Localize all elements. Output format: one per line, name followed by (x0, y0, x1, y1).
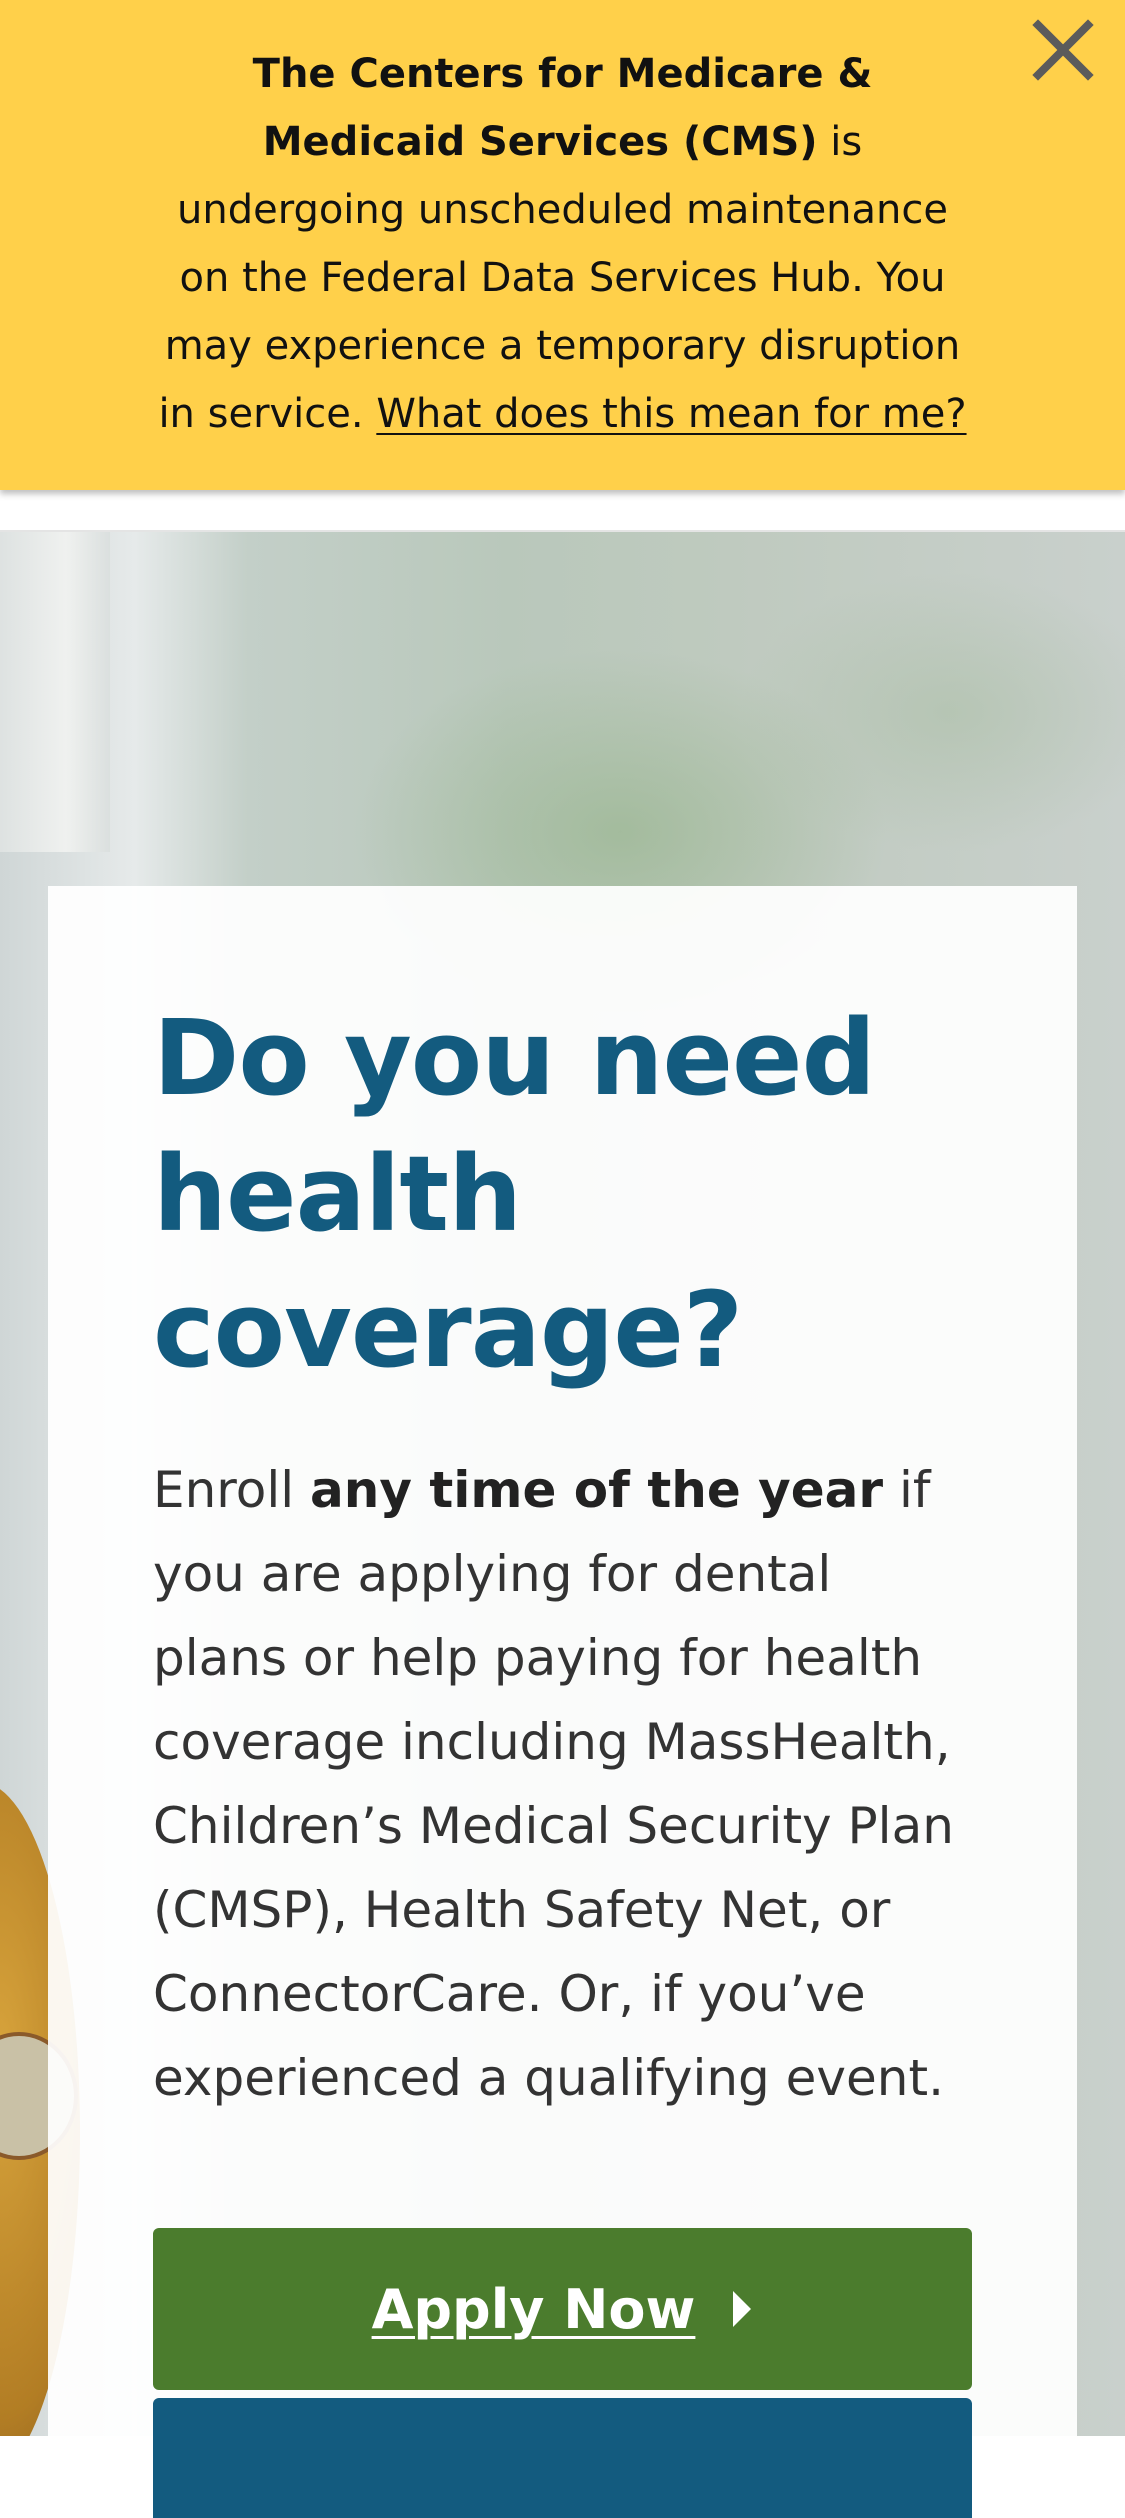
alert-message: The Centers for Medicare & Medicaid Serv… (150, 40, 975, 448)
alert-message-rest: is undergoing unscheduled maintenance on… (158, 119, 961, 437)
header-spacer (0, 490, 1125, 532)
hero-background-window (0, 532, 110, 852)
caret-right-icon (731, 2289, 753, 2329)
hero-card: Do you need health coverage? Enroll any … (48, 886, 1077, 2518)
secondary-action-button[interactable] (153, 2398, 972, 2518)
hero-description-bold: any time of the year (310, 1461, 884, 1519)
close-x-icon (1032, 19, 1094, 81)
hero-description-prefix: Enroll (153, 1461, 311, 1519)
alert-message-bold: The Centers for Medicare & Medicaid Serv… (252, 51, 873, 165)
alert-info-link[interactable]: What does this mean for me? (376, 391, 966, 437)
hero-description: Enroll any time of the year if you are a… (153, 1448, 975, 2120)
hero-description-rest: if you are applying for dental plans or … (153, 1461, 954, 2107)
maintenance-alert-banner: The Centers for Medicare & Medicaid Serv… (0, 0, 1125, 490)
apply-now-button[interactable]: Apply Now (153, 2228, 972, 2390)
close-alert-button[interactable] (1023, 10, 1103, 90)
hero-title: Do you need health coverage? (153, 997, 876, 1391)
apply-now-label: Apply Now (371, 2277, 696, 2341)
